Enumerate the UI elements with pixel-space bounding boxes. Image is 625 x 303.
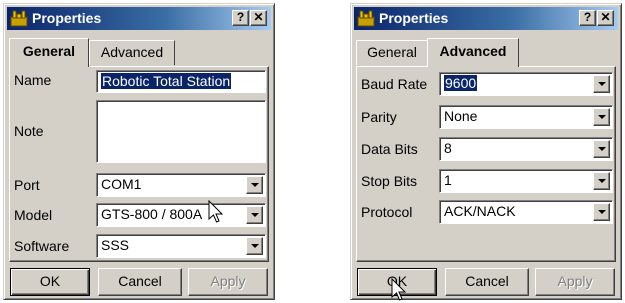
mouse-cursor-icon [391, 278, 407, 301]
tab-advanced[interactable]: Advanced [89, 40, 175, 65]
general-panel: Name Robotic Total Station Note Port COM… [9, 66, 269, 262]
cancel-button[interactable]: Cancel [445, 268, 529, 296]
port-combobox[interactable]: COM1 [96, 173, 266, 197]
data-bits-combobox[interactable]: 8 [439, 137, 613, 161]
baud-rate-value: 9600 [444, 75, 478, 91]
dialog-title: Properties [32, 10, 102, 26]
port-label: Port [14, 177, 40, 193]
software-combobox[interactable]: SSS [96, 234, 266, 258]
dropdown-arrow-icon[interactable] [593, 203, 610, 221]
data-bits-label: Data Bits [361, 141, 418, 157]
dropdown-arrow-icon[interactable] [246, 237, 263, 255]
dropdown-arrow-icon[interactable] [593, 108, 610, 126]
dropdown-arrow-icon[interactable] [246, 176, 263, 194]
model-value: GTS-800 / 800A [101, 206, 203, 222]
advanced-panel: Baud Rate 9600 Parity None Data Bits 8 S… [356, 66, 616, 262]
baud-rate-combobox[interactable]: 9600 [439, 72, 613, 96]
stop-bits-combobox[interactable]: 1 [439, 169, 613, 193]
help-button[interactable]: ? [232, 10, 249, 26]
name-value: Robotic Total Station [101, 73, 232, 89]
apply-button[interactable]: Apply [188, 268, 268, 296]
close-button[interactable]: ✕ [597, 10, 614, 26]
parity-label: Parity [361, 109, 397, 125]
data-bits-value: 8 [444, 140, 452, 156]
ok-button[interactable]: OK [10, 268, 90, 296]
software-label: Software [14, 238, 70, 254]
dropdown-arrow-icon[interactable] [246, 206, 263, 224]
dropdown-arrow-icon[interactable] [593, 140, 610, 158]
properties-dialog-general: Properties ? ✕ General Advanced Name Rob… [3, 3, 275, 300]
tab-general[interactable]: General [356, 40, 428, 65]
properties-dialog-advanced: Properties ? ✕ General Advanced Baud Rat… [350, 3, 622, 301]
properties-icon [357, 10, 375, 27]
protocol-combobox[interactable]: ACK/NACK [439, 200, 613, 224]
parity-combobox[interactable]: None [439, 105, 613, 129]
model-label: Model [14, 207, 53, 223]
dropdown-arrow-icon[interactable] [593, 75, 610, 93]
note-label: Note [14, 123, 44, 139]
baud-rate-label: Baud Rate [361, 76, 428, 92]
mouse-cursor-icon [208, 200, 224, 223]
name-field[interactable]: Robotic Total Station [96, 70, 266, 93]
properties-icon [10, 10, 28, 27]
name-label: Name [14, 72, 52, 88]
software-value: SSS [101, 237, 130, 253]
port-value: COM1 [101, 176, 142, 192]
protocol-label: Protocol [361, 204, 413, 220]
close-button[interactable]: ✕ [250, 10, 267, 26]
stop-bits-value: 1 [444, 172, 452, 188]
title-bar[interactable]: Properties ? ✕ [354, 7, 618, 30]
cancel-button[interactable]: Cancel [98, 268, 182, 296]
dialog-title: Properties [379, 10, 449, 26]
help-button[interactable]: ? [579, 10, 596, 26]
protocol-value: ACK/NACK [444, 203, 516, 219]
apply-button[interactable]: Apply [535, 268, 615, 296]
parity-value: None [444, 108, 478, 124]
title-bar[interactable]: Properties ? ✕ [7, 7, 271, 30]
dropdown-arrow-icon[interactable] [593, 172, 610, 190]
tab-general[interactable]: General [9, 38, 89, 67]
stop-bits-label: Stop Bits [361, 173, 418, 189]
tab-advanced[interactable]: Advanced [427, 38, 519, 67]
model-combobox[interactable]: GTS-800 / 800A [96, 203, 266, 227]
note-field[interactable] [96, 100, 266, 163]
